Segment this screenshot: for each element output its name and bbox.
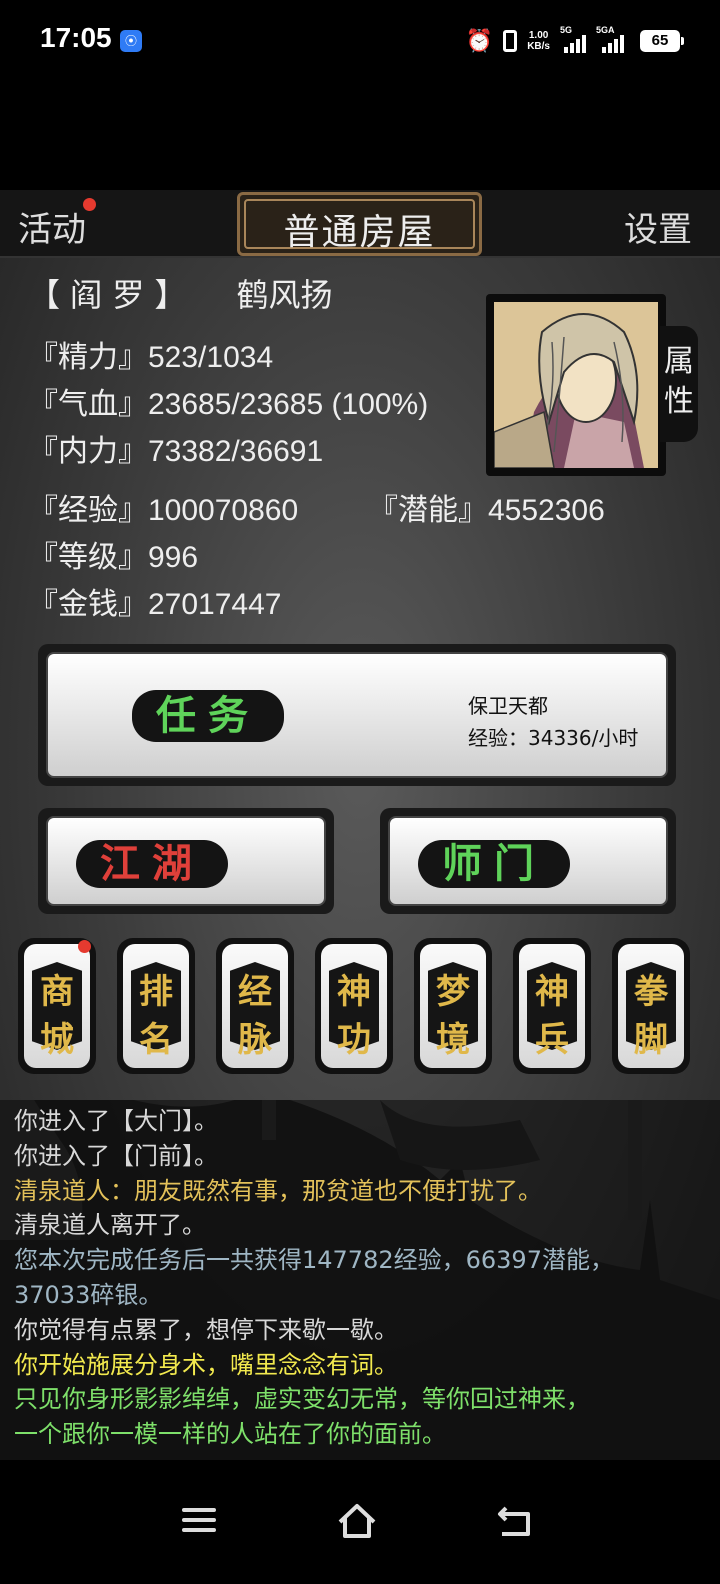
shimen-button-face: 师门 <box>388 816 668 906</box>
menu-icon[interactable] <box>174 1500 224 1540</box>
log-lines: 你进入了【大门】。 你进入了【门前】。 清泉道人：朋友既然有事，那贫道也不便打扰… <box>14 1104 714 1452</box>
sim1-label: 5G <box>560 25 573 35</box>
log-line: 清泉道人：朋友既然有事，那贫道也不便打扰了。 <box>14 1176 542 1205</box>
hotspot-icon: ⦿ <box>120 30 142 52</box>
log-line: 你进入了【大门】。 <box>14 1107 218 1135</box>
tile-meridians-label: 经 脉 <box>238 972 272 1060</box>
log-line: 只见你身形影影绰绰，虚实变幻无常，等你回过神来， <box>14 1385 590 1414</box>
location-title: 普通房屋 <box>283 212 436 253</box>
task-info: 保卫天都 经验：34336/小时 <box>468 690 638 754</box>
alarm-icon: ⏰ <box>465 28 494 54</box>
portrait-image <box>494 302 658 468</box>
tile-divine-weapon[interactable]: 神 兵 <box>513 938 591 1074</box>
shimen-label: 师门 <box>418 840 570 888</box>
message-log[interactable]: 你进入了【大门】。 你进入了【门前】。 清泉道人：朋友既然有事，那贫道也不便打扰… <box>0 1100 720 1460</box>
task-button-face: 任务 保卫天都 经验：34336/小时 <box>46 652 668 778</box>
battery-icon: 65 <box>640 30 684 52</box>
shop-badge <box>78 940 91 953</box>
settings-button[interactable]: 设置 <box>624 202 692 251</box>
status-right-group: ⏰ 1.00 KB/s 5G 5GA 65 <box>465 25 684 56</box>
jianghu-button[interactable]: 江湖 <box>38 808 334 914</box>
net-speed: 1.00 KB/s <box>527 30 550 52</box>
net-speed-unit: KB/s <box>527 41 550 52</box>
jianghu-button-face: 江湖 <box>46 816 326 906</box>
tile-ranking[interactable]: 排 名 <box>117 938 195 1074</box>
activity-badge <box>83 198 96 211</box>
tile-dream[interactable]: 梦 境 <box>414 938 492 1074</box>
tile-meridians[interactable]: 经 脉 <box>216 938 294 1074</box>
log-line: 你开始施展分身术，嘴里念念有词。 <box>14 1350 398 1379</box>
task-name: 保卫天都 <box>468 694 548 718</box>
stat-potential: 『潜能』4552306 <box>368 494 605 527</box>
attributes-tab-label: 属性 <box>664 344 694 419</box>
signal-icon-2: 5GA <box>596 25 630 53</box>
log-line: 你觉得有点累了，想停下来歇一歇。 <box>14 1315 398 1344</box>
log-line: 一个跟你一模一样的人站在了你的面前。 <box>14 1420 446 1449</box>
stat-exp: 『经验』100070860 <box>28 494 299 527</box>
tile-fist-kick[interactable]: 拳 脚 <box>612 938 690 1074</box>
stat-energy: 『精力』523/1034 <box>28 341 274 374</box>
log-line: 你进入了【门前】。 <box>14 1141 218 1170</box>
net-speed-value: 1.00 <box>528 30 549 41</box>
task-exp-rate: 经验：34336/小时 <box>468 726 639 750</box>
jianghu-label: 江湖 <box>76 840 228 888</box>
character-title-line: 【 阎 罗 】 鹤风扬 <box>28 270 333 316</box>
shimen-button[interactable]: 师门 <box>380 808 676 914</box>
sim2-label: 5GA <box>596 25 615 35</box>
tile-shop-label: 商 城 <box>40 972 74 1060</box>
task-label: 任务 <box>132 690 284 742</box>
stat-money: 『金钱』27017447 <box>28 588 282 621</box>
character-portrait[interactable] <box>486 294 666 476</box>
vibrate-icon <box>503 30 518 52</box>
character-title: 【 阎 罗 】 <box>28 276 187 314</box>
tile-divine-skill-label: 神 功 <box>337 972 371 1060</box>
stat-inner: 『内力』73382/36691 <box>28 435 324 468</box>
character-name: 鹤风扬 <box>236 276 333 314</box>
activity-button[interactable]: 活动 <box>18 202 86 251</box>
tile-divine-skill[interactable]: 神 功 <box>315 938 393 1074</box>
top-bar: 活动 普通房屋 设置 <box>0 190 720 258</box>
status-time: 17:05 <box>40 22 112 53</box>
home-icon[interactable] <box>332 1500 382 1540</box>
task-button[interactable]: 任务 保卫天都 经验：34336/小时 <box>38 644 676 786</box>
system-nav-bar <box>0 1460 720 1584</box>
log-line: 清泉道人离开了。 <box>14 1211 206 1240</box>
status-bar: 17:05 ⦿ ⏰ 1.00 KB/s 5G 5GA 65 <box>0 0 720 82</box>
tile-shop[interactable]: 商 城 <box>18 938 96 1074</box>
back-icon[interactable] <box>490 1500 540 1540</box>
stat-level: 『等级』996 <box>28 541 199 574</box>
tile-fist-kick-label: 拳 脚 <box>634 972 668 1060</box>
signal-icon: 5G <box>560 25 586 53</box>
attributes-tab[interactable]: 属性 <box>660 326 698 442</box>
log-line: 37033碎银。 <box>14 1280 163 1309</box>
location-title-frame: 普通房屋 <box>237 192 482 256</box>
log-line: 您本次完成任务后一共获得147782经验，66397潜能， <box>14 1246 614 1275</box>
game-screen: 活动 普通房屋 设置 【 阎 罗 】 鹤风扬 『精力』523/1034 『气血』2… <box>0 190 720 1460</box>
tile-divine-weapon-label: 神 兵 <box>535 972 569 1060</box>
tile-ranking-label: 排 名 <box>139 972 173 1060</box>
stat-blood: 『气血』23685/23685 (100%) <box>28 388 429 421</box>
tile-dream-label: 梦 境 <box>436 972 470 1060</box>
